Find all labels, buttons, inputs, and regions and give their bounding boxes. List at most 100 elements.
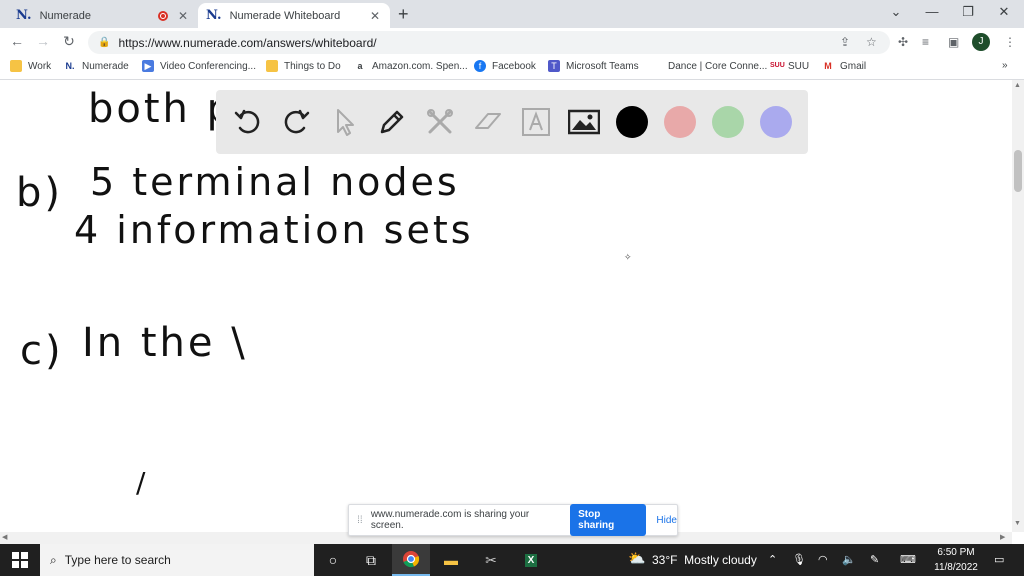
- bookmark-star-icon[interactable]: ☆: [866, 35, 877, 49]
- recording-icon: [158, 10, 168, 21]
- bookmark-work[interactable]: Work: [10, 60, 51, 72]
- profile-avatar[interactable]: J: [972, 33, 990, 51]
- window-close-icon[interactable]: ✕: [994, 4, 1014, 20]
- vertical-scrollbar[interactable]: ▲ ▼: [1012, 80, 1024, 532]
- handwriting-b-label: b): [16, 170, 63, 216]
- taskbar-search-input[interactable]: ⌕ Type here to search: [40, 544, 314, 576]
- color-swatch-green[interactable]: [712, 106, 744, 138]
- volume-icon[interactable]: 🔈: [842, 553, 856, 566]
- weather-icon[interactable]: ⛅: [628, 550, 645, 567]
- blank-icon: [650, 60, 662, 72]
- snipping-tool-icon[interactable]: ✂: [472, 544, 510, 576]
- bookmark-video-conferencing[interactable]: ▶ Video Conferencing...: [142, 60, 256, 72]
- color-swatch-black[interactable]: [616, 106, 648, 138]
- video-icon: ▶: [142, 60, 154, 72]
- notifications-icon[interactable]: ▭: [994, 553, 1004, 566]
- bookmark-numerade[interactable]: N. Numerade: [64, 60, 129, 72]
- tab-title: Numerade Whiteboard: [229, 9, 341, 22]
- clock-time[interactable]: 6:50 PM: [936, 547, 976, 558]
- bookmark-gmail[interactable]: M Gmail: [822, 60, 866, 72]
- numerade-favicon-icon: N.: [206, 8, 222, 23]
- side-panel-icon[interactable]: ▣: [948, 35, 959, 49]
- bookmark-amazon[interactable]: a Amazon.com. Spen...: [354, 60, 467, 72]
- image-icon[interactable]: [568, 106, 600, 138]
- bookmark-things-to-do[interactable]: Things to Do: [266, 60, 341, 72]
- close-icon[interactable]: ✕: [368, 9, 382, 23]
- folder-icon: [266, 60, 278, 72]
- stop-sharing-button[interactable]: Stop sharing: [570, 504, 647, 536]
- cursor-crosshair-icon: ✧: [624, 252, 632, 262]
- handwriting-b-line2: 4 information sets: [74, 208, 474, 252]
- tab-search-icon[interactable]: ⌄: [886, 4, 906, 20]
- numerade-favicon-icon: N.: [16, 8, 32, 23]
- pen-workspace-icon[interactable]: ✎: [870, 553, 879, 566]
- facebook-icon: f: [474, 60, 486, 72]
- wifi-icon[interactable]: ◠: [818, 553, 828, 566]
- close-icon[interactable]: ✕: [176, 9, 190, 23]
- reload-icon[interactable]: ↻: [60, 33, 78, 50]
- scroll-down-icon[interactable]: ▼: [1014, 520, 1021, 527]
- bookmarks-bar: Work N. Numerade ▶ Video Conferencing... T…: [0, 56, 1024, 80]
- teams-icon: T: [548, 60, 560, 72]
- scroll-right-icon[interactable]: ▶: [1000, 533, 1005, 541]
- search-icon: ⌕: [50, 552, 57, 567]
- clock-date[interactable]: 11/8/2022: [930, 562, 982, 573]
- undo-icon[interactable]: [232, 106, 264, 138]
- minimize-icon[interactable]: —: [922, 4, 942, 19]
- show-hidden-icons-icon[interactable]: ⌃: [768, 553, 777, 566]
- amazon-icon: a: [357, 61, 363, 71]
- cortana-icon[interactable]: ○: [314, 544, 352, 576]
- browser-toolbar: ← → ↻ 🔒 https://www.numerade.com/answers…: [0, 28, 1024, 56]
- file-explorer-icon[interactable]: ▬: [432, 544, 470, 576]
- reading-list-icon[interactable]: ≡: [922, 35, 929, 49]
- suu-icon: SUU: [770, 62, 785, 69]
- microphone-icon[interactable]: 🎙: [792, 553, 806, 566]
- extensions-icon[interactable]: ✣: [898, 35, 908, 49]
- pointer-icon[interactable]: [328, 106, 360, 138]
- handwriting-c-label: c): [20, 328, 64, 374]
- color-swatch-purple[interactable]: [760, 106, 792, 138]
- drawing-toolbar: [216, 90, 808, 154]
- handwriting-b-line1: 5 terminal nodes: [90, 160, 460, 204]
- taskbar: ⌕ Type here to search ○ ⧉ ▬ ✂ X ⛅ 33°F M…: [0, 544, 1024, 576]
- folder-icon: [10, 60, 22, 72]
- address-bar[interactable]: 🔒 https://www.numerade.com/answers/white…: [88, 31, 890, 54]
- restore-icon[interactable]: ❐: [958, 4, 978, 20]
- bookmark-dance[interactable]: Dance | Core Conne...: [650, 60, 767, 72]
- bookmark-facebook[interactable]: f Facebook: [474, 60, 536, 72]
- windows-start-icon[interactable]: [0, 544, 40, 576]
- hide-button[interactable]: Hide: [656, 515, 677, 526]
- scroll-thumb[interactable]: [1014, 150, 1022, 192]
- scroll-up-icon[interactable]: ▲: [1014, 82, 1021, 89]
- new-tab-button[interactable]: +: [398, 4, 409, 25]
- text-icon[interactable]: [520, 106, 552, 138]
- scroll-left-icon[interactable]: ◀: [2, 533, 7, 541]
- gmail-icon: M: [824, 61, 832, 71]
- drag-handle-icon[interactable]: ⁞⁞: [353, 515, 367, 526]
- task-view-icon[interactable]: ⧉: [352, 544, 390, 576]
- tab-numerade-whiteboard[interactable]: N. Numerade Whiteboard ✕: [198, 3, 390, 28]
- redo-icon[interactable]: [280, 106, 312, 138]
- handwriting-stray-mark: /: [136, 466, 149, 499]
- tab-numerade[interactable]: N. Numerade ✕: [8, 3, 198, 28]
- screen-sharing-bar: ⁞⁞ www.numerade.com is sharing your scre…: [348, 504, 678, 536]
- menu-icon[interactable]: ⋮: [1004, 35, 1016, 49]
- back-icon[interactable]: ←: [8, 33, 26, 49]
- share-icon[interactable]: ⇪: [840, 35, 850, 49]
- eraser-icon[interactable]: [472, 106, 504, 138]
- chrome-taskbar-icon[interactable]: [392, 544, 430, 576]
- pen-icon[interactable]: [376, 106, 408, 138]
- handwriting-c-line1: In the \: [82, 320, 248, 366]
- bookmark-teams[interactable]: T Microsoft Teams: [548, 60, 639, 72]
- more-bookmarks-icon[interactable]: »: [1002, 60, 1008, 71]
- bookmark-suu[interactable]: SUU SUU: [770, 60, 809, 72]
- color-swatch-pink[interactable]: [664, 106, 696, 138]
- tools-icon[interactable]: [424, 106, 456, 138]
- excel-icon[interactable]: X: [512, 544, 550, 576]
- sharing-message: www.numerade.com is sharing your screen.: [370, 509, 530, 531]
- forward-icon[interactable]: →: [34, 33, 52, 49]
- weather-text[interactable]: 33°F Mostly cloudy: [652, 553, 757, 567]
- url-text: https://www.numerade.com/answers/whitebo…: [118, 35, 377, 50]
- keyboard-icon[interactable]: ⌨: [900, 553, 916, 566]
- tab-title: Numerade: [39, 9, 91, 22]
